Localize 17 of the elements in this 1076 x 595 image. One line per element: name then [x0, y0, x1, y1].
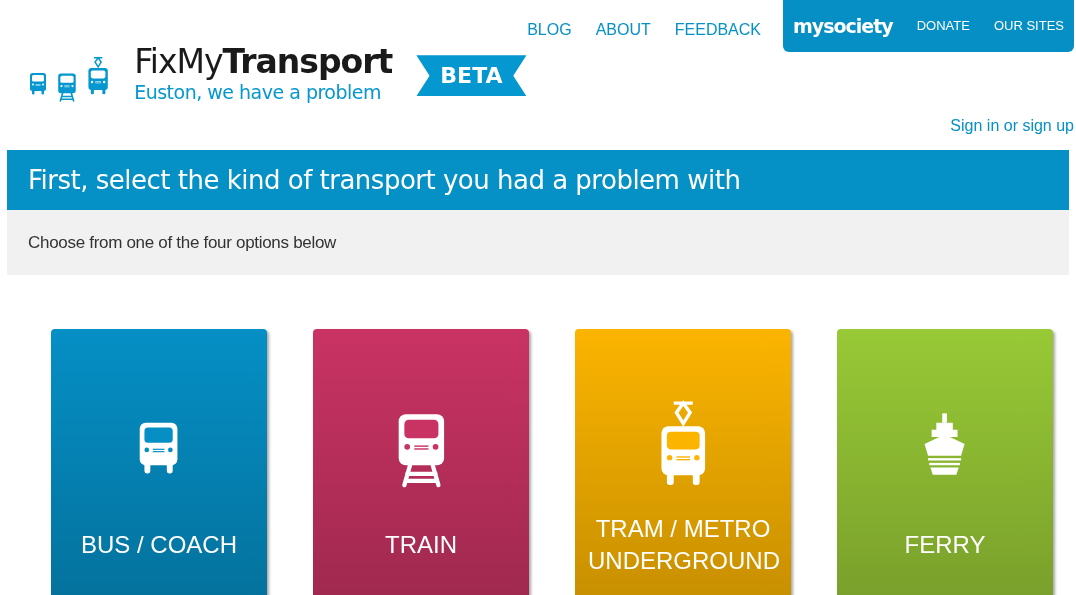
network-logo[interactable]: mysociety [793, 11, 893, 41]
beta-label: BETA [416, 55, 527, 97]
transport-option-card[interactable]: TRAM / METRO UNDERGROUND [575, 329, 791, 595]
transport-option-card[interactable]: TRAIN [313, 329, 529, 595]
site-name[interactable]: FixMyTransport [134, 45, 393, 78]
sign-in-link[interactable]: Sign in or sign up [950, 114, 1074, 138]
tagline: Euston, we have a problem [134, 80, 383, 105]
page-heading: First, select the kind of transport you had a problem with [7, 150, 1069, 210]
nav-link[interactable]: ABOUT [595, 18, 651, 42]
network-link[interactable]: DONATE [916, 16, 970, 36]
instructions: Choose from one of the four options below [7, 210, 1069, 275]
nav-link[interactable]: BLOG [527, 18, 572, 42]
tram-icon [85, 55, 111, 96]
transport-option-card[interactable]: FERRY [837, 329, 1053, 595]
network-link[interactable]: OUR SITES [993, 16, 1064, 36]
transport-option-card[interactable]: BUS / COACH [51, 329, 267, 595]
nav-link[interactable]: FEEDBACK [674, 18, 761, 42]
